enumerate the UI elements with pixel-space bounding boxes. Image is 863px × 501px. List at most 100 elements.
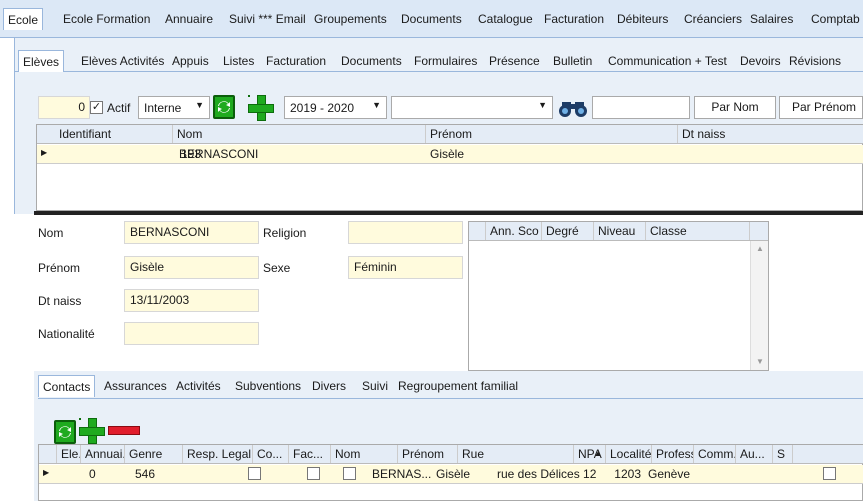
cell-ele: 0 — [89, 467, 96, 481]
top-tab-10[interactable]: Salaires — [746, 8, 797, 30]
contact-col-header-4[interactable]: Co... — [253, 445, 289, 463]
religion-field[interactable] — [348, 221, 463, 244]
search-input[interactable] — [592, 96, 690, 119]
sub-tab-11[interactable]: Révisions — [785, 50, 845, 72]
col-header-degre[interactable]: Degré — [542, 222, 594, 240]
prenom-label: Prénom — [38, 261, 81, 275]
prenom-field[interactable]: Gisèle — [124, 256, 259, 279]
sub-tab-0[interactable]: Elèves — [18, 50, 65, 72]
sub-tab-10[interactable]: Devoirs — [736, 50, 785, 72]
contact-col-header-7[interactable]: Prénom — [398, 445, 458, 463]
contact-col-header-6[interactable]: Nom — [331, 445, 398, 463]
sub-tab-6[interactable]: Formulaires — [410, 50, 481, 72]
top-tab-3[interactable]: Suivi *** Email — [225, 8, 310, 30]
cell-prenom: Gisèle — [436, 467, 471, 481]
refresh-icon[interactable] — [213, 95, 235, 119]
cell-nom: BERNAS... — [372, 467, 432, 481]
sub-tab-7[interactable]: Présence — [485, 50, 544, 72]
contact-tab-6[interactable]: Regroupement familial — [394, 375, 522, 397]
cell-npa: 1203 — [614, 467, 641, 481]
contact-col-header-0[interactable]: Ele... — [56, 445, 81, 463]
sexe-field[interactable]: Féminin — [348, 256, 463, 279]
dtnaiss-field[interactable]: 13/11/2003 — [124, 289, 259, 312]
cell-localite: Genève — [648, 467, 691, 481]
contact-col-header-12[interactable]: Comm... — [694, 445, 736, 463]
nom-label: Nom — [38, 226, 64, 240]
contact-col-header-3[interactable]: Resp. Legal — [183, 445, 253, 463]
binoculars-icon[interactable] — [556, 96, 590, 119]
contact-tab-4[interactable]: Divers — [308, 375, 350, 397]
count-field[interactable]: 0 — [38, 96, 90, 119]
add-icon[interactable] — [248, 95, 274, 121]
table-row[interactable]: ▶ 0 546 BERNAS... Gisèle rue des Délices… — [39, 465, 863, 484]
contact-tab-0[interactable]: Contacts — [38, 375, 96, 397]
col-header-prenom[interactable]: Prénom — [426, 125, 678, 143]
nom-field[interactable]: BERNASCONI — [124, 221, 259, 244]
class-grid-scrollbar[interactable]: ▲ ▼ — [750, 241, 768, 370]
contact-tab-1[interactable]: Assurances — [100, 375, 171, 397]
contact-tab-5[interactable]: Suivi — [358, 375, 392, 397]
contact-col-header-11[interactable]: Profess... — [652, 445, 694, 463]
type-select-value: Interne — [144, 101, 182, 115]
sub-tab-4[interactable]: Facturation — [262, 50, 330, 72]
scroll-up-icon[interactable]: ▲ — [756, 244, 764, 253]
contact-tab-3[interactable]: Subventions — [231, 375, 305, 397]
contact-tab-2[interactable]: Activités — [172, 375, 225, 397]
contact-col-header-14[interactable]: S — [773, 445, 793, 463]
top-tab-5[interactable]: Documents — [397, 8, 466, 30]
top-tab-8[interactable]: Débiteurs — [613, 8, 672, 30]
actif-label: Actif — [107, 101, 131, 115]
sort-asc-icon[interactable]: ▲ — [594, 449, 602, 458]
remove-contact-icon[interactable] — [108, 426, 140, 435]
sub-tab-1[interactable]: Elèves Activités — [77, 50, 168, 72]
contact-col-header-5[interactable]: Fac... — [289, 445, 331, 463]
sexe-label: Sexe — [263, 261, 291, 275]
contact-col-header-1[interactable]: Annuai... — [81, 445, 125, 463]
sub-tab-5[interactable]: Documents — [337, 50, 406, 72]
top-tab-7[interactable]: Facturation — [540, 8, 608, 30]
top-tab-9[interactable]: Créanciers — [680, 8, 746, 30]
dtnaiss-label: Dt naiss — [38, 294, 82, 308]
sub-tab-2[interactable]: Appuis — [168, 50, 213, 72]
contact-col-header-13[interactable]: Au... — [736, 445, 773, 463]
table-row[interactable]: ▶ 193 BERNASCONI Gisèle — [37, 145, 863, 164]
contact-col-header-8[interactable]: Rue — [458, 445, 574, 463]
sub-tab-8[interactable]: Bulletin — [549, 50, 596, 72]
top-tab-2[interactable]: Annuaire — [161, 8, 217, 30]
cell-nom: BERNASCONI — [179, 147, 259, 161]
col-header-classe[interactable]: Classe — [646, 222, 750, 240]
nationalite-field[interactable] — [124, 322, 259, 345]
type-select[interactable]: Interne ▼ — [138, 96, 210, 119]
religion-label: Religion — [263, 226, 307, 240]
col-header-niveau[interactable]: Niveau — [594, 222, 646, 240]
refresh-contact-icon[interactable] — [54, 420, 76, 444]
co-checkbox[interactable] — [307, 467, 320, 480]
top-tab-4[interactable]: Groupements — [310, 8, 391, 30]
fac-checkbox[interactable] — [343, 467, 356, 480]
contact-col-header-2[interactable]: Genre — [125, 445, 183, 463]
contact-col-header-10[interactable]: Localité — [606, 445, 652, 463]
top-tab-11[interactable]: Comptab — [807, 8, 863, 30]
add-contact-icon[interactable] — [79, 418, 105, 444]
scroll-down-icon[interactable]: ▼ — [756, 357, 764, 366]
col-header-identifiant[interactable]: Identifiant — [55, 125, 173, 143]
top-tab-6[interactable]: Catalogue — [474, 8, 537, 30]
row-pointer-icon: ▶ — [43, 468, 50, 477]
by-name-button[interactable]: Par Nom — [694, 96, 776, 119]
top-tab-1[interactable]: Ecole Formation — [59, 8, 154, 30]
contact-tab-line — [38, 398, 863, 399]
search-select[interactable]: ▼ — [391, 96, 553, 119]
actif-checkbox[interactable]: ✓ — [90, 101, 103, 114]
sub-tab-9[interactable]: Communication + Test — [604, 50, 731, 72]
year-select[interactable]: 2019 - 2020 ▼ — [284, 96, 387, 119]
by-firstname-button[interactable]: Par Prénom — [779, 96, 863, 119]
nationalite-label: Nationalité — [38, 327, 95, 341]
resp-legal-checkbox[interactable] — [248, 467, 261, 480]
sub-tab-3[interactable]: Listes — [219, 50, 258, 72]
au-checkbox[interactable] — [823, 467, 836, 480]
col-header-ann-sco[interactable]: Ann. Sco — [485, 222, 542, 240]
top-tab-0[interactable]: Ecole — [3, 8, 44, 30]
col-header-nom[interactable]: Nom — [173, 125, 426, 143]
chevron-down-icon: ▼ — [195, 100, 204, 110]
col-header-dtnaiss[interactable]: Dt naiss — [678, 125, 863, 143]
